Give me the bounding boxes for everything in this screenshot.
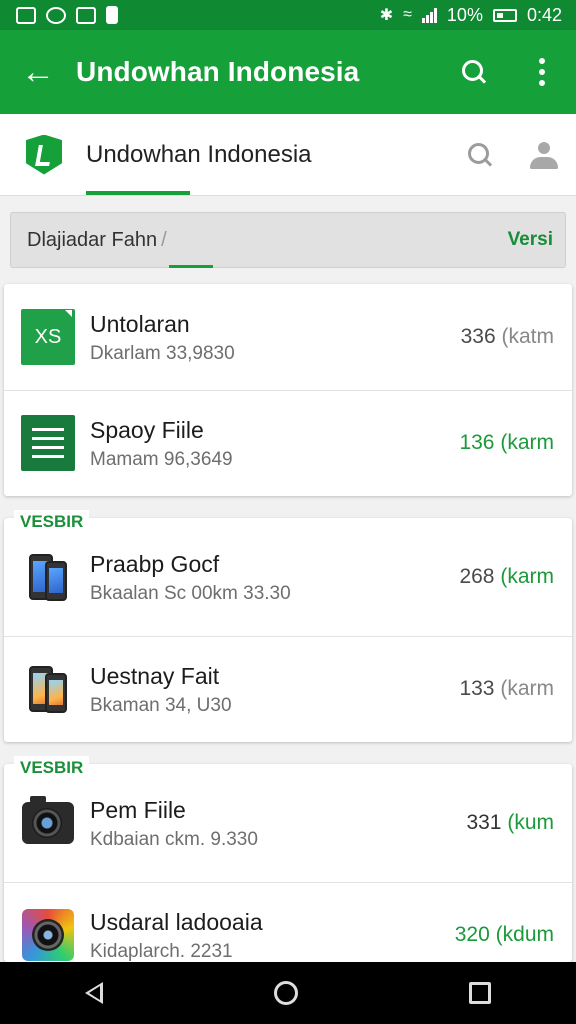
file-card: Pem Fiile Kdbaian ckm. 9.330 331 (kum Us… xyxy=(4,764,572,962)
app-bar-title: Undowhan Indonesia xyxy=(76,56,360,87)
whatsapp-icon xyxy=(46,6,66,24)
filter-bar[interactable]: Dlajiadar Fahn / Versi xyxy=(10,212,566,268)
list-item[interactable]: Spaoy Fiile Mamam 96,3649 136 (karm xyxy=(4,390,572,496)
item-size: 268 (karm xyxy=(459,565,554,588)
sub-search-button[interactable] xyxy=(448,141,512,169)
item-size: 133 (karm xyxy=(459,677,554,700)
list-item[interactable]: Usdaral ladooaia Kidaplarch. 2231 320 (k… xyxy=(4,882,572,962)
excel-icon: XS xyxy=(21,309,75,365)
item-meta: Mamam 96,3649 xyxy=(90,449,233,470)
image-icon xyxy=(76,6,96,24)
signal-icon xyxy=(421,7,437,23)
filter-accent-line xyxy=(169,265,213,268)
file-card: Praabp Gocf Bkaalan Sc 00km 33.30 268 (k… xyxy=(4,518,572,742)
list-item[interactable]: Pem Fiile Kdbaian ckm. 9.330 331 (kum xyxy=(4,764,572,882)
item-name: Pem Fiile xyxy=(90,797,186,823)
tab-indicator xyxy=(86,191,190,195)
app-bar: ← Undowhan Indonesia xyxy=(0,30,576,114)
item-meta: Kdbaian ckm. 9.330 xyxy=(90,829,258,850)
person-icon xyxy=(529,141,559,169)
nav-recents-icon[interactable] xyxy=(468,982,491,1004)
item-size: 331 (kum xyxy=(466,811,554,834)
sim-icon xyxy=(106,6,118,24)
clock: 0:42 xyxy=(526,4,562,25)
status-bar: ✱ ≈ 10% 0:42 xyxy=(0,0,576,30)
item-meta: Kidaplarch. 2231 xyxy=(90,941,233,962)
sub-header: Undowhan Indonesia xyxy=(0,114,576,196)
item-name: Praabp Gocf xyxy=(90,551,220,577)
item-size: 336 (katm xyxy=(460,325,554,348)
search-icon xyxy=(466,141,494,169)
battery-icon xyxy=(492,8,517,22)
wifi-icon: ≈ xyxy=(403,6,412,23)
nav-home-icon[interactable] xyxy=(273,981,298,1005)
item-name: Untolaran xyxy=(90,311,190,337)
filter-label: Dlajiadar Fahn xyxy=(27,228,158,251)
filter-slash: / xyxy=(161,228,167,251)
item-name: Usdaral ladooaia xyxy=(90,909,263,935)
item-name: Uestnay Fait xyxy=(90,663,220,689)
battery-percent: 10% xyxy=(446,4,483,25)
more-vert-icon xyxy=(539,58,545,86)
item-size: 136 (karm xyxy=(459,431,554,454)
search-button[interactable] xyxy=(440,30,508,114)
section-label: VESBIR xyxy=(14,510,90,534)
lens-icon xyxy=(22,909,74,961)
back-arrow-icon[interactable]: ← xyxy=(0,55,76,89)
list-item[interactable]: Praabp Gocf Bkaalan Sc 00km 33.30 268 (k… xyxy=(4,518,572,636)
sub-header-title[interactable]: Undowhan Indonesia xyxy=(86,141,448,169)
list-item[interactable]: XS Untolaran Dkarlam 33,9830 336 (katm xyxy=(4,284,572,390)
item-name: Spaoy Fiile xyxy=(90,417,204,443)
bluetooth-icon: ✱ xyxy=(379,7,394,24)
nav-back-icon[interactable] xyxy=(85,982,104,1004)
system-nav-bar xyxy=(0,962,576,1024)
search-icon xyxy=(460,58,488,86)
photo-icon xyxy=(16,6,36,24)
phone-icon xyxy=(18,547,78,607)
section-label: VESBIR xyxy=(14,756,90,780)
shield-logo-icon xyxy=(26,134,62,175)
sheets-icon xyxy=(21,415,75,471)
account-button[interactable] xyxy=(512,141,576,169)
item-meta: Bkaman 34, U30 xyxy=(90,695,232,716)
file-card: XS Untolaran Dkarlam 33,9830 336 (katm S… xyxy=(4,284,572,496)
item-size: 320 (kdum xyxy=(454,923,554,946)
version-sort-button[interactable]: Versi xyxy=(508,229,553,251)
item-meta: Dkarlam 33,9830 xyxy=(90,343,235,364)
phone-icon xyxy=(18,659,78,719)
item-meta: Bkaalan Sc 00km 33.30 xyxy=(90,583,291,604)
overflow-menu-button[interactable] xyxy=(508,30,576,114)
list-item[interactable]: Uestnay Fait Bkaman 34, U30 133 (karm xyxy=(4,636,572,742)
camera-icon xyxy=(22,796,74,844)
